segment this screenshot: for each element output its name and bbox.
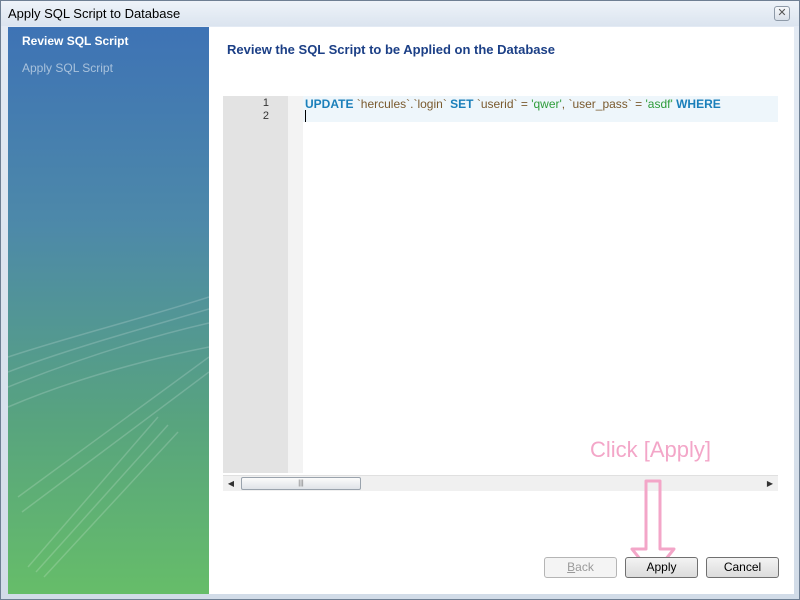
back-button[interactable]: Back bbox=[544, 557, 617, 578]
page-title: Review the SQL Script to be Applied on t… bbox=[227, 42, 555, 57]
sql-identifier: `userid` = bbox=[473, 97, 532, 111]
scroll-thumb[interactable]: ||| bbox=[241, 477, 361, 490]
sidebar-decoration bbox=[8, 296, 209, 578]
sql-editor[interactable]: 1 2 UPDATE `hercules`.`login` SET `useri… bbox=[223, 96, 778, 491]
scroll-right-icon[interactable]: ▶ bbox=[763, 478, 777, 490]
dialog-client-area: Review SQL Script Apply SQL Script Revie… bbox=[8, 27, 794, 594]
scroll-left-icon[interactable]: ◀ bbox=[224, 478, 238, 490]
sql-keyword: WHERE bbox=[676, 97, 721, 111]
close-icon[interactable]: ✕ bbox=[774, 6, 790, 21]
title-bar[interactable]: Apply SQL Script to Database ✕ bbox=[1, 1, 799, 26]
sidebar-item-review-sql-script: Review SQL Script bbox=[22, 34, 129, 48]
line-number: 2 bbox=[262, 110, 269, 122]
cancel-button[interactable]: Cancel bbox=[706, 557, 779, 578]
sql-keyword: UPDATE bbox=[305, 97, 354, 111]
wizard-sidebar: Review SQL Script Apply SQL Script bbox=[8, 27, 209, 594]
sql-string: 'asdf' bbox=[645, 97, 673, 111]
sidebar-item-apply-sql-script: Apply SQL Script bbox=[22, 61, 113, 75]
window-title: Apply SQL Script to Database bbox=[8, 6, 181, 21]
sql-code-line: UPDATE `hercules`.`login` SET `userid` =… bbox=[305, 97, 721, 111]
horizontal-scrollbar[interactable]: ◀ ||| ▶ bbox=[223, 475, 778, 491]
sql-identifier: , `user_pass` = bbox=[561, 97, 646, 111]
back-button-label: ack bbox=[575, 560, 594, 574]
sql-string: 'qwer' bbox=[531, 97, 562, 111]
sql-keyword: SET bbox=[450, 97, 474, 111]
dialog-window: Apply SQL Script to Database ✕ Review SQ… bbox=[0, 0, 800, 600]
text-caret bbox=[305, 110, 306, 122]
code-area[interactable]: UPDATE `hercules`.`login` SET `userid` =… bbox=[303, 96, 778, 473]
line-number-gutter: 1 2 bbox=[223, 96, 288, 473]
fold-margin bbox=[288, 96, 303, 473]
annotation-text: Click [Apply] bbox=[590, 437, 712, 462]
back-button-mnemonic: B bbox=[567, 560, 576, 574]
line-number: 1 bbox=[262, 97, 269, 109]
sql-identifier: `hercules`.`login` bbox=[353, 97, 451, 111]
apply-button[interactable]: Apply bbox=[625, 557, 698, 578]
